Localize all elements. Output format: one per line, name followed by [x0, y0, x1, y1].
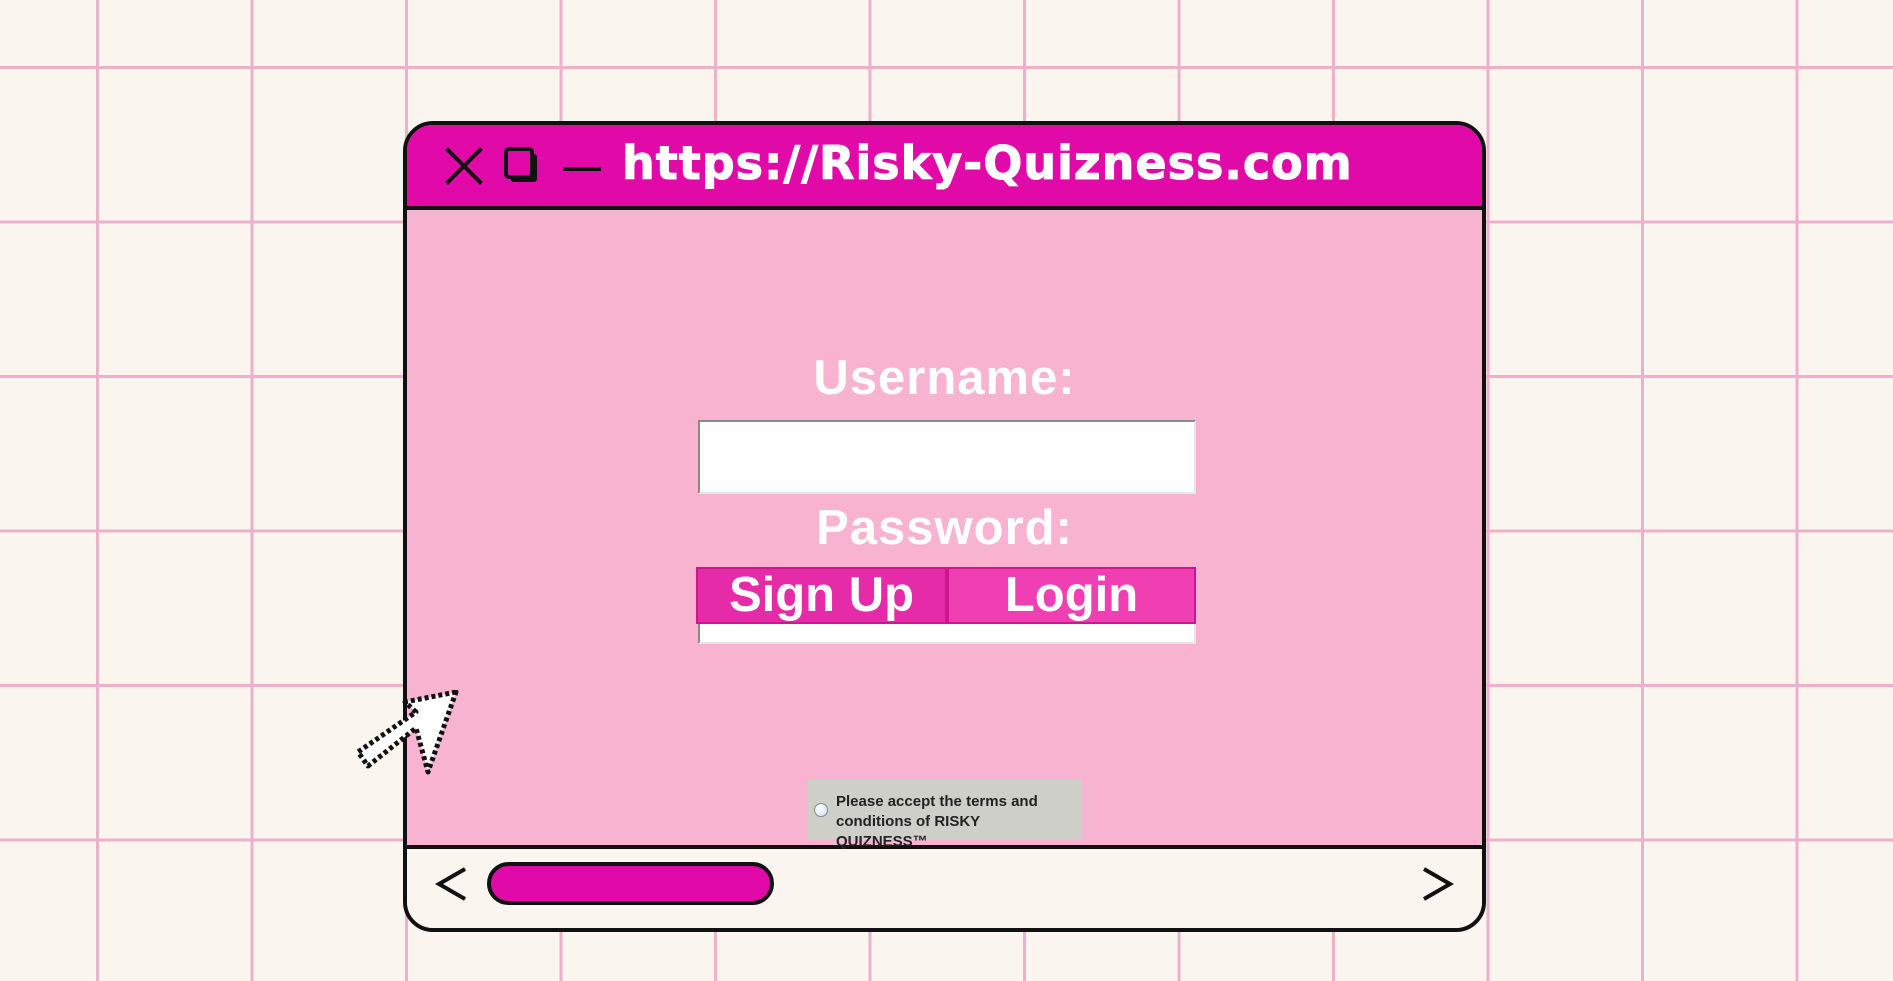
close-icon[interactable]	[441, 143, 487, 189]
scroll-bar	[407, 845, 1482, 928]
maximize-icon[interactable]	[500, 143, 546, 189]
title-bar: https://Risky-Quizness.com	[407, 125, 1482, 210]
sign-up-button[interactable]: Sign Up	[696, 567, 947, 624]
page: { "window": { "url": "https://Risky-Quiz…	[0, 0, 1893, 981]
login-form: Username: Password:	[407, 210, 1482, 774]
terms-radio-button[interactable]	[814, 803, 828, 817]
password-label: Password:	[816, 501, 1073, 555]
mouse-pointer-icon	[355, 690, 459, 775]
address-bar-url[interactable]: https://Risky-Quizness.com	[622, 131, 1472, 195]
scroll-right-arrow-icon[interactable]	[1412, 859, 1462, 909]
scroll-thumb[interactable]	[487, 862, 774, 905]
login-button[interactable]: Login	[947, 567, 1196, 624]
username-input[interactable]	[698, 420, 1196, 494]
minimize-icon[interactable]	[559, 143, 605, 189]
scroll-left-arrow-icon[interactable]	[427, 859, 477, 909]
terms-consent[interactable]: Please accept the terms and conditions o…	[808, 780, 1082, 850]
username-label: Username:	[813, 351, 1076, 405]
